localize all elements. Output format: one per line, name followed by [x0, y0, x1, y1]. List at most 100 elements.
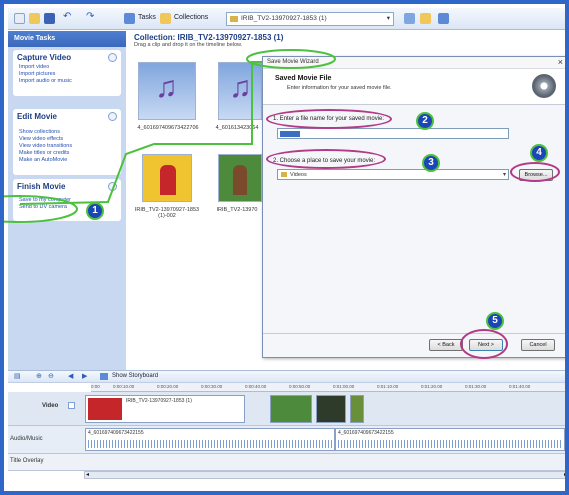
magnify-out-icon[interactable]: ⊖: [48, 372, 54, 380]
play-icon[interactable]: ▶: [82, 372, 87, 380]
video-clip-name: IRIB_TV2-13970927-1853 (1): [126, 398, 192, 404]
ruler-tick: 0:01:10.00: [377, 384, 399, 389]
import-pictures-link[interactable]: Import pictures: [13, 71, 121, 78]
undo-icon[interactable]: ↶: [63, 11, 74, 22]
collection-header: Collection: IRIB_TV2-13970927-1853 (1) D…: [129, 31, 565, 49]
title-overlay-label: Title Overlay: [10, 458, 44, 464]
ruler-tick: 0:00:50.00: [289, 384, 311, 389]
dialog-footer-divider: [263, 333, 565, 334]
collection-dropdown-value: IRIB_TV2-13970927-1853 (1): [241, 15, 327, 22]
new-project-icon[interactable]: [14, 13, 25, 24]
save-location-dropdown[interactable]: Videos ▾: [277, 169, 509, 180]
show-collections-link[interactable]: Show collections: [13, 129, 121, 136]
save-project-icon[interactable]: [44, 13, 55, 24]
video-clip-thumb: [88, 398, 122, 420]
collections-button[interactable]: Collections: [174, 14, 208, 21]
automovie-link[interactable]: Make an AutoMovie: [13, 157, 121, 164]
scroll-right-icon[interactable]: ▸: [564, 471, 565, 478]
video-transitions-link[interactable]: View video transitions: [13, 143, 121, 150]
save-movie-wizard-dialog: Save Movie Wizard × Saved Movie File Ent…: [262, 56, 565, 358]
browse-highlight-oval: [510, 162, 560, 182]
timeline-scrollbar[interactable]: ◂ ▸: [84, 471, 565, 479]
magnify-in-icon[interactable]: ⊕: [36, 372, 42, 380]
collections-icon[interactable]: [160, 13, 171, 24]
ruler-tick: 0:00: [91, 384, 100, 389]
ruler-tick: 0:01:30.00: [465, 384, 487, 389]
dialog-titlebar: Save Movie Wizard ×: [263, 57, 565, 69]
audio-track: Audio/Music 4_601697409673422155 4_60169…: [8, 426, 565, 454]
audio-clip[interactable]: 4_601697409673422155: [85, 428, 335, 451]
capture-video-title[interactable]: Capture Video: [13, 50, 121, 64]
chevron-down-icon: ▾: [502, 172, 506, 178]
clip-label: 4_601697409673422706: [137, 125, 199, 131]
main-toolbar: ↶ ↷ Tasks Collections IRIB_TV2-13970927-…: [8, 8, 565, 30]
timeline-icon[interactable]: ▤: [14, 372, 21, 380]
import-audio-link[interactable]: Import audio or music: [13, 78, 121, 85]
collection-dropdown[interactable]: IRIB_TV2-13970927-1853 (1) ▾: [226, 12, 394, 26]
video-clip[interactable]: IRIB_TV2-13970927-1853 (1): [85, 395, 245, 423]
video-track-label: Video: [42, 403, 59, 409]
save-to-computer-link[interactable]: Save to my computer: [13, 197, 121, 204]
capture-video-section: Capture Video Import video Import pictur…: [13, 50, 121, 96]
save-location-value: Videos: [290, 172, 307, 178]
selected-text-highlight: [280, 131, 300, 137]
audio-clip[interactable]: 4_601697409673422155: [335, 428, 565, 451]
finish-movie-section: Finish Movie Save to my computer Send to…: [13, 179, 121, 221]
import-video-link[interactable]: Import video: [13, 64, 121, 71]
storyboard-icon[interactable]: [100, 373, 108, 380]
expand-track-icon[interactable]: [68, 402, 75, 409]
timeline-ruler[interactable]: 0:00 0:00:10.00 0:00:20.00 0:00:30.00 0:…: [91, 383, 565, 392]
filename-highlight-oval: [266, 109, 392, 129]
collapse-chevron-icon[interactable]: [108, 53, 117, 62]
finish-movie-title[interactable]: Finish Movie: [13, 179, 121, 193]
video-clip-thumbnail[interactable]: [142, 154, 192, 202]
video-clip-thumbnail[interactable]: [218, 154, 262, 202]
scroll-left-icon[interactable]: ◂: [86, 471, 89, 478]
views-icon[interactable]: [438, 13, 449, 24]
ruler-tick: 0:01:40.00: [509, 384, 531, 389]
dialog-title: Save Movie Wizard: [267, 59, 319, 65]
video-clip[interactable]: [270, 395, 312, 423]
video-effects-link[interactable]: View video effects: [13, 136, 121, 143]
callout-badge-3: 3: [422, 154, 440, 172]
audio-waveform: [88, 440, 332, 448]
film-reel-icon: [532, 74, 556, 98]
edit-movie-title[interactable]: Edit Movie: [13, 109, 121, 123]
cancel-button[interactable]: Cancel: [521, 339, 555, 351]
next-highlight-oval: [460, 329, 508, 359]
up-folder-icon[interactable]: [404, 13, 415, 24]
clip-label: 4_601613423064: [215, 125, 259, 131]
new-folder-icon[interactable]: [420, 13, 431, 24]
collapse-chevron-icon[interactable]: [108, 182, 117, 191]
callout-badge-1: 1: [86, 202, 104, 220]
back-button[interactable]: < Back: [429, 339, 463, 351]
file-name-input[interactable]: [277, 128, 509, 139]
title-overlay-track: Title Overlay: [8, 454, 565, 471]
ruler-tick: 0:01:20.00: [421, 384, 443, 389]
video-clip[interactable]: [350, 395, 364, 423]
music-note-icon: ♫: [155, 71, 178, 104]
show-storyboard-button[interactable]: Show Storyboard: [112, 373, 158, 379]
ruler-tick: 0:00:40.00: [245, 384, 267, 389]
tasks-icon[interactable]: [124, 13, 135, 24]
audio-clip-thumbnail[interactable]: ♫: [218, 62, 262, 120]
rewind-icon[interactable]: ◀: [68, 372, 73, 380]
edit-movie-section: Edit Movie Show collections View video e…: [13, 109, 121, 175]
timeline-panel: ▤ ⊕ ⊖ ◀ ▶ Show Storyboard 0:00 0:00:10.0…: [8, 370, 565, 491]
audio-clip-thumbnail[interactable]: ♫: [138, 62, 196, 120]
dialog-header-title: Saved Movie File: [275, 75, 332, 82]
tasks-button[interactable]: Tasks: [138, 14, 156, 21]
ruler-tick: 0:00:10.00: [113, 384, 135, 389]
collection-hint: Drag a clip and drop it on the timeline …: [134, 42, 243, 48]
dialog-header: Saved Movie File Enter information for y…: [263, 69, 565, 105]
titles-credits-link[interactable]: Make titles or credits: [13, 150, 121, 157]
send-to-dv-link[interactable]: Send to DV camera: [13, 204, 121, 211]
close-icon[interactable]: ×: [558, 57, 563, 67]
clip-label: IRIB_TV2-13970927-1853 (1)-002: [134, 207, 200, 219]
video-clip[interactable]: [316, 395, 346, 423]
open-project-icon[interactable]: [29, 13, 40, 24]
dialog-header-subtitle: Enter information for your saved movie f…: [287, 85, 392, 91]
chevron-down-icon: ▾: [386, 15, 390, 22]
collapse-chevron-icon[interactable]: [108, 112, 117, 121]
redo-icon[interactable]: ↷: [86, 11, 97, 22]
